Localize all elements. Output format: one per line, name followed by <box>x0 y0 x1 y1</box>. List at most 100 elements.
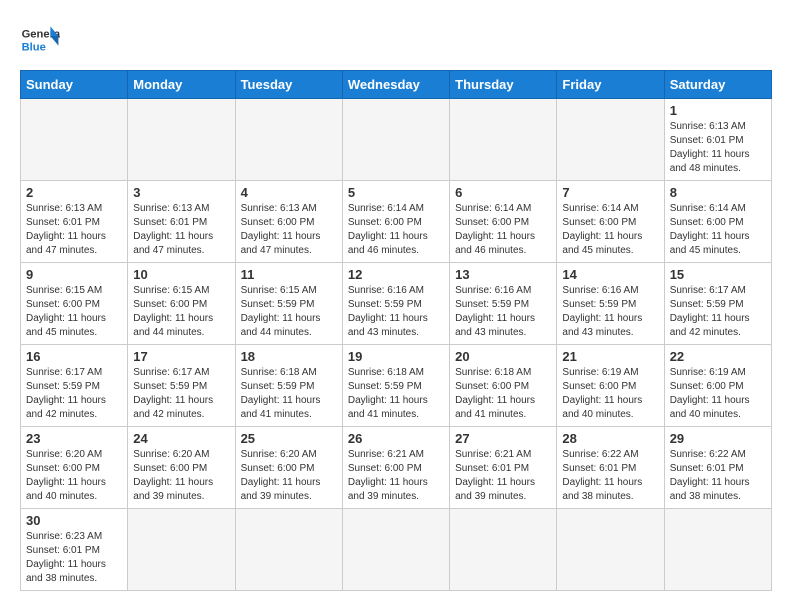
day-info: Sunrise: 6:21 AM Sunset: 6:01 PM Dayligh… <box>455 448 551 504</box>
day-number: 9 <box>26 267 122 282</box>
day-info: Sunrise: 6:14 AM Sunset: 6:00 PM Dayligh… <box>455 202 551 258</box>
calendar-day-cell: 1Sunrise: 6:13 AM Sunset: 6:01 PM Daylig… <box>664 99 771 181</box>
day-info: Sunrise: 6:15 AM Sunset: 6:00 PM Dayligh… <box>26 284 122 340</box>
day-info: Sunrise: 6:17 AM Sunset: 5:59 PM Dayligh… <box>26 366 122 422</box>
calendar-day-cell: 9 Sunrise: 6:15 AM Sunset: 6:00 PM Daylig… <box>21 263 128 345</box>
day-info: Sunrise: 6:19 AM Sunset: 6:00 PM Dayligh… <box>562 366 658 422</box>
calendar-day-cell: 3 Sunrise: 6:13 AM Sunset: 6:01 PM Daylig… <box>128 181 235 263</box>
day-info: Sunrise: 6:13 AM Sunset: 6:01 PM Dayligh… <box>26 202 122 258</box>
calendar-day-cell: 26 Sunrise: 6:21 AM Sunset: 6:00 PM Dayli… <box>342 427 449 509</box>
calendar-day-cell: 12 Sunrise: 6:16 AM Sunset: 5:59 PM Dayli… <box>342 263 449 345</box>
day-number: 8 <box>670 185 766 200</box>
calendar-day-cell: 18 Sunrise: 6:18 AM Sunset: 5:59 PM Dayli… <box>235 345 342 427</box>
day-number: 26 <box>348 431 444 446</box>
day-number: 28 <box>562 431 658 446</box>
day-number: 2 <box>26 185 122 200</box>
day-info: Sunrise: 6:13 AM Sunset: 6:01 PM Dayligh… <box>133 202 229 258</box>
calendar-day-cell: 27 Sunrise: 6:21 AM Sunset: 6:01 PM Dayli… <box>450 427 557 509</box>
day-number: 25 <box>241 431 337 446</box>
calendar-day-cell: 16 Sunrise: 6:17 AM Sunset: 5:59 PM Dayli… <box>21 345 128 427</box>
calendar-day-cell <box>342 99 449 181</box>
day-info: Sunrise: 6:15 AM Sunset: 5:59 PM Dayligh… <box>241 284 337 340</box>
calendar-day-cell: 24 Sunrise: 6:20 AM Sunset: 6:00 PM Dayli… <box>128 427 235 509</box>
day-number: 10 <box>133 267 229 282</box>
col-header-thursday: Thursday <box>450 71 557 99</box>
logo-icon: General Blue <box>20 20 60 60</box>
day-number: 17 <box>133 349 229 364</box>
day-info: Sunrise: 6:18 AM Sunset: 5:59 PM Dayligh… <box>241 366 337 422</box>
calendar-day-cell <box>450 99 557 181</box>
calendar-week-3: 9 Sunrise: 6:15 AM Sunset: 6:00 PM Daylig… <box>21 263 772 345</box>
calendar-day-cell <box>557 99 664 181</box>
day-info: Sunrise: 6:16 AM Sunset: 5:59 PM Dayligh… <box>455 284 551 340</box>
col-header-saturday: Saturday <box>664 71 771 99</box>
col-header-sunday: Sunday <box>21 71 128 99</box>
day-number: 4 <box>241 185 337 200</box>
calendar-day-cell: 13 Sunrise: 6:16 AM Sunset: 5:59 PM Dayli… <box>450 263 557 345</box>
calendar-day-cell: 6Sunrise: 6:14 AM Sunset: 6:00 PM Daylig… <box>450 181 557 263</box>
day-number: 29 <box>670 431 766 446</box>
calendar-day-cell <box>235 509 342 591</box>
calendar-day-cell: 14 Sunrise: 6:16 AM Sunset: 5:59 PM Dayli… <box>557 263 664 345</box>
day-info: Sunrise: 6:16 AM Sunset: 5:59 PM Dayligh… <box>348 284 444 340</box>
calendar-day-cell: 10 Sunrise: 6:15 AM Sunset: 6:00 PM Dayli… <box>128 263 235 345</box>
day-number: 20 <box>455 349 551 364</box>
day-number: 13 <box>455 267 551 282</box>
calendar-day-cell: 7Sunrise: 6:14 AM Sunset: 6:00 PM Daylig… <box>557 181 664 263</box>
calendar-week-2: 2 Sunrise: 6:13 AM Sunset: 6:01 PM Daylig… <box>21 181 772 263</box>
day-info: Sunrise: 6:15 AM Sunset: 6:00 PM Dayligh… <box>133 284 229 340</box>
day-info: Sunrise: 6:22 AM Sunset: 6:01 PM Dayligh… <box>562 448 658 504</box>
day-number: 16 <box>26 349 122 364</box>
day-number: 27 <box>455 431 551 446</box>
col-header-friday: Friday <box>557 71 664 99</box>
calendar-week-5: 23Sunrise: 6:20 AM Sunset: 6:00 PM Dayli… <box>21 427 772 509</box>
day-number: 15 <box>670 267 766 282</box>
calendar-day-cell: 17 Sunrise: 6:17 AM Sunset: 5:59 PM Dayli… <box>128 345 235 427</box>
day-number: 30 <box>26 513 122 528</box>
day-info: Sunrise: 6:18 AM Sunset: 5:59 PM Dayligh… <box>348 366 444 422</box>
day-info: Sunrise: 6:14 AM Sunset: 6:00 PM Dayligh… <box>562 202 658 258</box>
calendar-day-cell: 20Sunrise: 6:18 AM Sunset: 6:00 PM Dayli… <box>450 345 557 427</box>
day-info: Sunrise: 6:22 AM Sunset: 6:01 PM Dayligh… <box>670 448 766 504</box>
calendar-day-cell: 4 Sunrise: 6:13 AM Sunset: 6:00 PM Daylig… <box>235 181 342 263</box>
col-header-monday: Monday <box>128 71 235 99</box>
calendar-day-cell: 29 Sunrise: 6:22 AM Sunset: 6:01 PM Dayli… <box>664 427 771 509</box>
calendar-day-cell <box>128 509 235 591</box>
logo: General Blue <box>20 20 60 60</box>
calendar-day-cell <box>21 99 128 181</box>
day-info: Sunrise: 6:20 AM Sunset: 6:00 PM Dayligh… <box>241 448 337 504</box>
day-info: Sunrise: 6:17 AM Sunset: 5:59 PM Dayligh… <box>133 366 229 422</box>
day-number: 14 <box>562 267 658 282</box>
calendar-week-4: 16 Sunrise: 6:17 AM Sunset: 5:59 PM Dayli… <box>21 345 772 427</box>
day-info: Sunrise: 6:20 AM Sunset: 6:00 PM Dayligh… <box>133 448 229 504</box>
day-info: Sunrise: 6:19 AM Sunset: 6:00 PM Dayligh… <box>670 366 766 422</box>
day-info: Sunrise: 6:13 AM Sunset: 6:01 PM Dayligh… <box>670 120 766 176</box>
day-info: Sunrise: 6:23 AM Sunset: 6:01 PM Dayligh… <box>26 530 122 586</box>
calendar-day-cell: 5Sunrise: 6:14 AM Sunset: 6:00 PM Daylig… <box>342 181 449 263</box>
day-number: 12 <box>348 267 444 282</box>
day-number: 3 <box>133 185 229 200</box>
day-number: 22 <box>670 349 766 364</box>
calendar-table: SundayMondayTuesdayWednesdayThursdayFrid… <box>20 70 772 591</box>
calendar-day-cell: 22 Sunrise: 6:19 AM Sunset: 6:00 PM Dayli… <box>664 345 771 427</box>
day-number: 21 <box>562 349 658 364</box>
calendar-day-cell: 19 Sunrise: 6:18 AM Sunset: 5:59 PM Dayli… <box>342 345 449 427</box>
day-info: Sunrise: 6:13 AM Sunset: 6:00 PM Dayligh… <box>241 202 337 258</box>
calendar-day-cell: 25 Sunrise: 6:20 AM Sunset: 6:00 PM Dayli… <box>235 427 342 509</box>
calendar-day-cell <box>557 509 664 591</box>
day-info: Sunrise: 6:16 AM Sunset: 5:59 PM Dayligh… <box>562 284 658 340</box>
day-info: Sunrise: 6:21 AM Sunset: 6:00 PM Dayligh… <box>348 448 444 504</box>
day-number: 24 <box>133 431 229 446</box>
day-info: Sunrise: 6:14 AM Sunset: 6:00 PM Dayligh… <box>670 202 766 258</box>
day-number: 18 <box>241 349 337 364</box>
calendar-day-cell <box>342 509 449 591</box>
col-header-tuesday: Tuesday <box>235 71 342 99</box>
calendar-header-row: SundayMondayTuesdayWednesdayThursdayFrid… <box>21 71 772 99</box>
calendar-day-cell: 15Sunrise: 6:17 AM Sunset: 5:59 PM Dayli… <box>664 263 771 345</box>
calendar-day-cell: 30 Sunrise: 6:23 AM Sunset: 6:01 PM Dayli… <box>21 509 128 591</box>
day-info: Sunrise: 6:14 AM Sunset: 6:00 PM Dayligh… <box>348 202 444 258</box>
day-number: 11 <box>241 267 337 282</box>
day-number: 19 <box>348 349 444 364</box>
calendar-day-cell: 28 Sunrise: 6:22 AM Sunset: 6:01 PM Dayli… <box>557 427 664 509</box>
calendar-day-cell: 23Sunrise: 6:20 AM Sunset: 6:00 PM Dayli… <box>21 427 128 509</box>
